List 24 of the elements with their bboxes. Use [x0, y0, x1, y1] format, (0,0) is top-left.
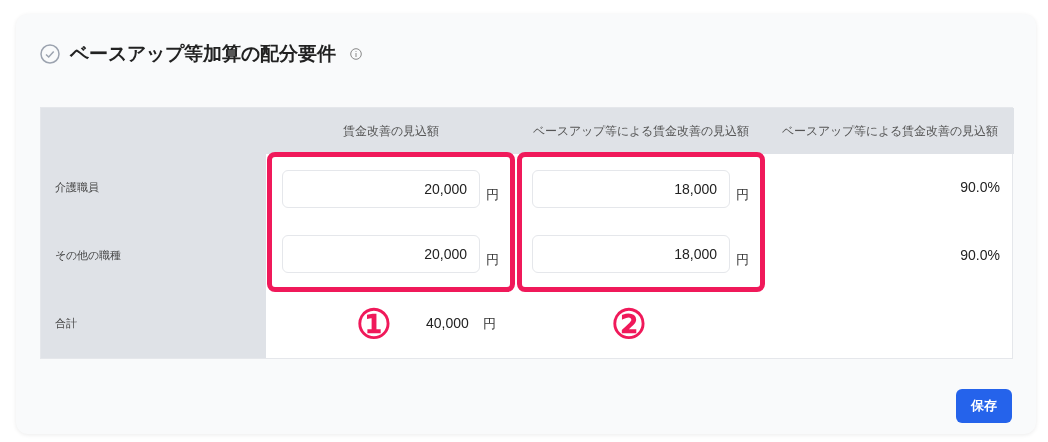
amount-field[interactable]: 18,000 [532, 235, 730, 273]
amount-field[interactable]: 20,000 [282, 235, 480, 273]
amount-field[interactable]: 18,000 [532, 170, 730, 208]
callout-number: ② [611, 303, 647, 344]
info-icon [350, 48, 362, 61]
section-title: ベースアップ等加算の配分要件 [70, 42, 336, 66]
check-circle-icon [40, 44, 60, 65]
yen-unit: 円 [736, 250, 749, 269]
ratio-cell-text: 90.0% [959, 178, 1001, 197]
amount-field[interactable]: 20,000 [282, 170, 480, 208]
column-header: ベースアップ等による賃金改善の見込額 [516, 107, 766, 154]
yen-unit: 円 [486, 185, 499, 204]
yen-unit: 円 [736, 185, 749, 204]
row-label: 合計 [41, 289, 266, 358]
callout-number: ① [356, 303, 392, 344]
row-label: その他の職種 [41, 221, 266, 290]
ratio-cell-text: 90.0% [959, 246, 1001, 265]
column-header: 賃金改善の見込額 [266, 107, 516, 154]
yen-unit: 円 [486, 250, 499, 269]
total-value: 40,000 [426, 314, 469, 333]
save-button[interactable]: 保存 [956, 388, 1012, 423]
column-header: ベースアップ等による賃金改善の見込額 [766, 107, 1014, 154]
yen-unit: 円 [482, 314, 496, 333]
row-label: 介護職員 [41, 153, 266, 222]
